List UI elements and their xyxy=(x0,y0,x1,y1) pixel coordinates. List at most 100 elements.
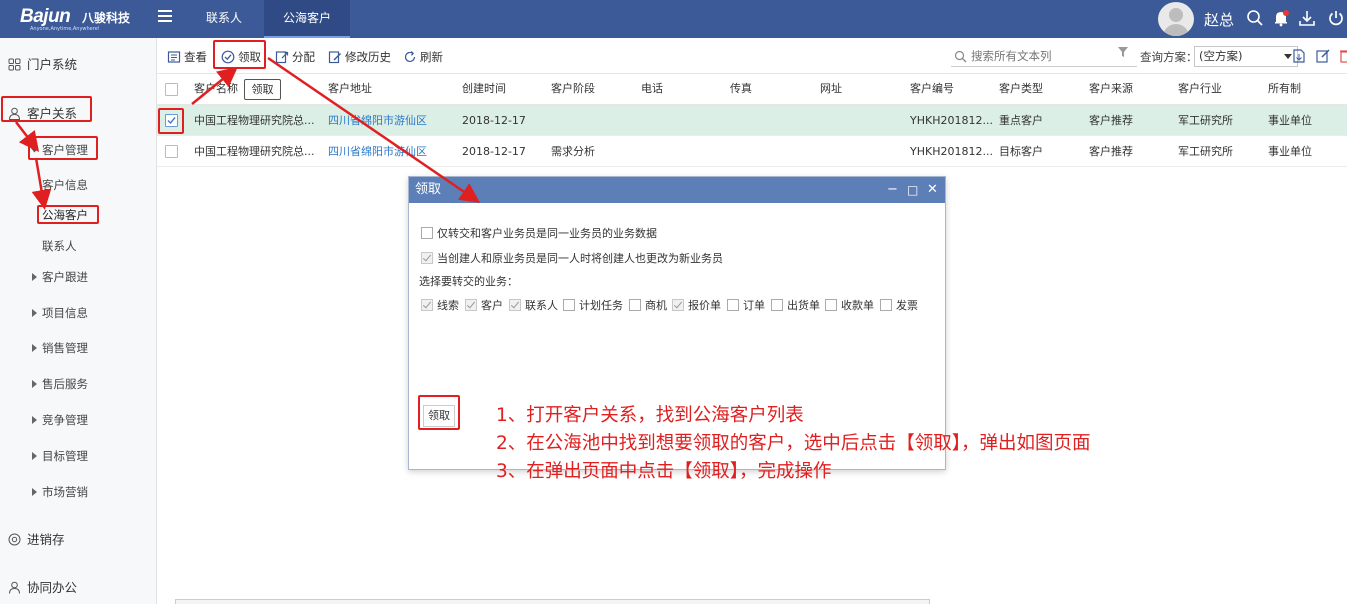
filter-icon[interactable] xyxy=(1117,46,1129,58)
sidebar-item-contacts[interactable]: 联系人 xyxy=(42,238,77,254)
col-header[interactable]: 客户来源 xyxy=(1089,74,1133,105)
tab-public-customers[interactable]: 公海客户 xyxy=(264,0,350,38)
checkbox[interactable] xyxy=(771,299,783,311)
col-header[interactable]: 客户阶段 xyxy=(551,74,595,105)
col-header[interactable]: 电话 xyxy=(641,74,663,105)
notification-bell-icon[interactable] xyxy=(1272,9,1290,27)
cell-ownership: 事业单位 xyxy=(1268,114,1312,127)
option-change-creator[interactable]: 当创建人和原业务员是同一人时将创建人也更改为新业务员 xyxy=(421,250,723,266)
instruction-step-3: 3、在弹出页面中点击【领取】，完成操作 xyxy=(496,461,832,482)
logo-cn: 八骏科技 xyxy=(82,11,131,25)
hamburger-menu-icon[interactable] xyxy=(158,10,172,26)
cell-address-link[interactable]: 四川省绵阳市游仙区 xyxy=(328,136,427,167)
sidebar-item-followup[interactable]: 客户跟进 xyxy=(32,269,88,285)
col-header[interactable]: 网址 xyxy=(820,74,842,105)
sidebar-item-customer-info[interactable]: 客户信息 xyxy=(42,177,88,193)
biz-option[interactable]: 发票 xyxy=(880,297,918,313)
plan-select[interactable]: (空方案) xyxy=(1194,46,1298,67)
maximize-icon[interactable]: □ xyxy=(907,177,918,203)
biz-label: 商机 xyxy=(645,299,667,312)
sidebar-item-targets[interactable]: 目标管理 xyxy=(32,448,88,464)
cell-industry: 军工研究所 xyxy=(1178,145,1233,158)
cell-address-link[interactable]: 四川省绵阳市游仙区 xyxy=(328,105,427,136)
biz-option[interactable]: 收款单 xyxy=(825,297,874,313)
table-row[interactable]: 中国工程物理研究院总... 四川省绵阳市游仙区 2018-12-17 需求分析 … xyxy=(157,136,1347,167)
view-label: 查看 xyxy=(184,50,207,64)
cell-source: 客户推荐 xyxy=(1089,145,1133,158)
cell-type: 目标客户 xyxy=(999,145,1043,158)
biz-option[interactable]: 客户 xyxy=(465,297,503,313)
col-header[interactable]: 客户编号 xyxy=(910,74,954,105)
checkbox[interactable] xyxy=(880,299,892,311)
checkbox[interactable] xyxy=(629,299,641,311)
sidebar-item-collab[interactable]: 协同办公 xyxy=(8,577,77,596)
row-checkbox[interactable] xyxy=(165,145,178,158)
tab-contacts[interactable]: 联系人 xyxy=(186,0,262,38)
search-box xyxy=(951,47,1137,67)
table-row[interactable]: 中国工程物理研究院总... 四川省绵阳市游仙区 2018-12-17 YHKH2… xyxy=(157,105,1347,136)
checkbox[interactable] xyxy=(563,299,575,311)
sidebar-item-sales[interactable]: 销售管理 xyxy=(32,340,88,356)
checkbox[interactable] xyxy=(421,227,433,239)
biz-option[interactable]: 订单 xyxy=(727,297,765,313)
username[interactable]: 赵总 xyxy=(1204,9,1234,30)
col-header[interactable]: 传真 xyxy=(730,74,752,105)
biz-option[interactable]: 出货单 xyxy=(771,297,820,313)
cell-created: 2018-12-17 xyxy=(462,114,526,127)
biz-option[interactable]: 商机 xyxy=(629,297,667,313)
logo-slogan: Anyone,Anytime,Anywhere! xyxy=(30,26,100,32)
option-same-salesperson[interactable]: 仅转交和客户业务员是同一业务员的业务数据 xyxy=(421,225,657,241)
checkbox-checked[interactable] xyxy=(421,252,433,264)
close-icon[interactable]: ✕ xyxy=(927,177,938,203)
view-button[interactable]: 查看 xyxy=(167,49,207,65)
col-header[interactable]: 客户行业 xyxy=(1178,74,1222,105)
col-header[interactable]: 客户类型 xyxy=(999,74,1043,105)
delete-icon[interactable] xyxy=(1340,48,1347,64)
col-header[interactable]: 所有制 xyxy=(1268,74,1301,105)
annotation-box-dialog-claim xyxy=(418,395,460,430)
history-button[interactable]: 修改历史 xyxy=(328,49,391,65)
cell-code: YHKH201812... xyxy=(910,145,993,158)
col-header[interactable]: 客户名称 xyxy=(194,74,238,105)
export-icon[interactable] xyxy=(1291,48,1307,64)
sidebar-item-projects[interactable]: 项目信息 xyxy=(32,305,88,321)
minimize-icon[interactable]: − xyxy=(887,177,898,203)
checkbox-checked[interactable] xyxy=(672,299,684,311)
sidebar-label-portal: 门户系统 xyxy=(27,57,78,72)
power-icon[interactable] xyxy=(1327,9,1345,27)
horizontal-scrollbar[interactable] xyxy=(175,599,930,604)
biz-option[interactable]: 计划任务 xyxy=(563,297,623,313)
checkbox-checked[interactable] xyxy=(509,299,521,311)
plan-value: (空方案) xyxy=(1199,49,1243,63)
biz-label: 联系人 xyxy=(525,299,558,312)
edit-icon[interactable] xyxy=(1315,48,1331,64)
option-label: 仅转交和客户业务员是同一业务员的业务数据 xyxy=(437,227,657,240)
sidebar-item-after-sales[interactable]: 售后服务 xyxy=(32,376,88,392)
top-bar: Bajun 八骏科技 Anyone,Anytime,Anywhere! 联系人 … xyxy=(0,0,1347,38)
biz-option[interactable]: 线索 xyxy=(421,297,459,313)
checkbox-checked[interactable] xyxy=(421,299,433,311)
select-all-checkbox[interactable] xyxy=(165,83,178,96)
sidebar-item-competition[interactable]: 竞争管理 xyxy=(32,412,88,428)
col-header[interactable]: 客户地址 xyxy=(328,74,372,105)
assign-button[interactable]: 分配 xyxy=(275,49,315,65)
checkbox[interactable] xyxy=(825,299,837,311)
dialog-title: 领取 xyxy=(409,177,945,203)
caret-right-icon xyxy=(32,452,37,460)
search-input[interactable] xyxy=(971,47,1131,65)
checkbox[interactable] xyxy=(727,299,739,311)
col-header[interactable]: 创建时间 xyxy=(462,74,506,105)
sidebar-item-inventory[interactable]: 进销存 xyxy=(8,529,65,548)
biz-option[interactable]: 联系人 xyxy=(509,297,558,313)
search-icon[interactable] xyxy=(1246,9,1264,27)
sidebar-item-portal[interactable]: 门户系统 xyxy=(8,54,77,73)
checkbox-checked[interactable] xyxy=(465,299,477,311)
refresh-button[interactable]: 刷新 xyxy=(403,49,443,65)
avatar[interactable] xyxy=(1158,2,1194,36)
download-icon[interactable] xyxy=(1298,9,1316,27)
biz-option[interactable]: 报价单 xyxy=(672,297,721,313)
history-label: 修改历史 xyxy=(345,50,391,64)
cell-name: 中国工程物理研究院总... xyxy=(194,145,315,158)
sidebar-item-marketing[interactable]: 市场营销 xyxy=(32,484,88,500)
edit-history-icon xyxy=(328,51,341,64)
